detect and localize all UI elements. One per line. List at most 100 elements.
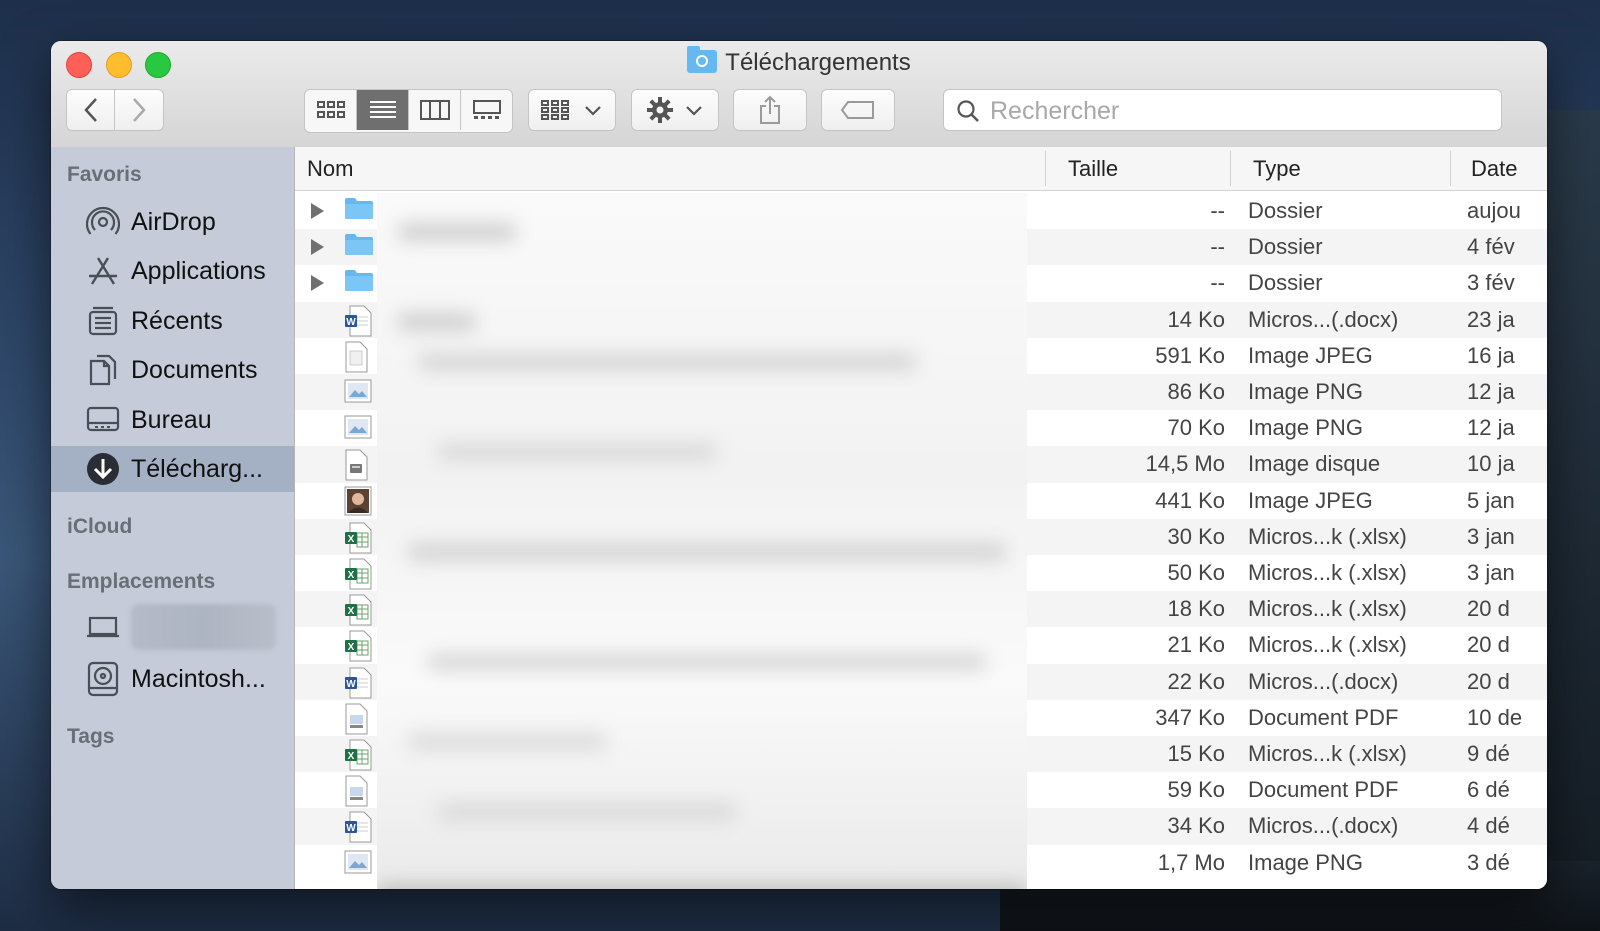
cell-date: 5 jan <box>1467 487 1515 513</box>
folder-icon <box>344 196 374 226</box>
excel-spreadsheet-icon: X <box>344 739 374 771</box>
cell-date: 3 dé <box>1467 849 1510 875</box>
excel-spreadsheet-icon: X <box>344 522 374 554</box>
cell-type: Image JPEG <box>1248 342 1373 368</box>
gallery-view-button[interactable] <box>461 90 512 130</box>
titlebar: Téléchargements <box>51 41 1547 148</box>
cell-size: 591 Ko <box>1155 342 1225 368</box>
sidebar-item-label: AirDrop <box>131 207 216 236</box>
laptop-icon <box>83 607 123 647</box>
cell-size: 14 Ko <box>1167 306 1226 332</box>
sidebar-item-computer[interactable] <box>51 604 294 650</box>
photo-thumbnail-icon <box>344 486 374 516</box>
cell-size: -- <box>1210 234 1225 260</box>
cell-type: Micros...k (.xlsx) <box>1248 523 1407 549</box>
chevron-left-icon <box>83 98 97 122</box>
svg-text:X: X <box>348 534 355 545</box>
computer-name-redacted <box>131 604 276 650</box>
icon-view-icon <box>316 101 345 118</box>
cell-size: 50 Ko <box>1167 560 1226 585</box>
pdf-document-icon <box>344 703 374 735</box>
cell-type: Micros...(.docx) <box>1248 306 1399 332</box>
png-image-icon <box>344 377 374 407</box>
sidebar-section-tags: Tags <box>67 725 115 748</box>
column-view-button[interactable] <box>409 90 461 130</box>
search-input[interactable] <box>988 90 1492 132</box>
sidebar-item-applications[interactable]: Applications <box>51 248 294 294</box>
tag-button[interactable] <box>821 89 895 131</box>
cell-type: Image PNG <box>1248 415 1363 441</box>
column-header-type[interactable]: Type <box>1253 147 1301 190</box>
group-by-button[interactable] <box>528 89 616 131</box>
cell-size: -- <box>1210 270 1225 296</box>
column-header-name[interactable]: Nom <box>307 147 353 190</box>
forward-button[interactable] <box>115 89 164 131</box>
cell-date: 12 ja <box>1467 415 1515 441</box>
back-button[interactable] <box>66 89 115 131</box>
sidebar-item-bureau[interactable]: Bureau <box>51 397 294 443</box>
sidebar-item-macintosh[interactable]: Macintosh... <box>51 656 294 702</box>
cell-date: 12 ja <box>1467 379 1515 404</box>
cell-type: Micros...k (.xlsx) <box>1248 596 1407 622</box>
svg-text:X: X <box>348 642 355 653</box>
cell-type: Dossier <box>1248 270 1323 296</box>
cell-date: 20 d <box>1467 632 1510 658</box>
applications-icon <box>83 251 123 291</box>
excel-spreadsheet-icon: X <box>344 594 374 626</box>
search-field[interactable] <box>943 89 1502 132</box>
cell-size: 14,5 Mo <box>1145 451 1226 477</box>
sidebar-item-telechargements[interactable]: Télécharg... <box>51 446 294 492</box>
cell-size: 70 Ko <box>1167 415 1226 441</box>
disclosure-triangle-icon[interactable] <box>311 239 324 256</box>
cell-date: 3 fév <box>1467 270 1515 296</box>
disclosure-triangle-icon[interactable] <box>311 203 324 219</box>
cell-type: Micros...k (.xlsx) <box>1248 741 1407 766</box>
sidebar-section-favoris: Favoris <box>67 163 142 186</box>
png-image-icon <box>344 413 374 443</box>
cell-date: 3 jan <box>1467 560 1515 585</box>
list-view-icon <box>369 101 396 118</box>
cell-type: Image disque <box>1248 451 1381 477</box>
chevron-down-icon <box>686 106 702 116</box>
word-document-icon: W <box>344 305 374 337</box>
column-divider[interactable] <box>1450 151 1451 186</box>
downloads-folder-icon <box>687 46 718 73</box>
action-menu-button[interactable] <box>631 89 719 131</box>
cell-size: 30 Ko <box>1167 523 1226 549</box>
cell-date: 9 dé <box>1467 741 1510 766</box>
folder-icon <box>344 268 374 298</box>
column-header-size[interactable]: Taille <box>1068 147 1118 190</box>
airdrop-icon <box>83 202 123 242</box>
tag-icon <box>840 101 874 119</box>
cell-size: 15 Ko <box>1167 741 1226 766</box>
window-title-text: Téléchargements <box>725 49 911 76</box>
cell-date: aujou <box>1467 198 1521 223</box>
column-header-date[interactable]: Date <box>1471 147 1517 190</box>
share-button[interactable] <box>733 89 807 131</box>
list-view-button[interactable] <box>357 90 409 130</box>
downloads-icon <box>83 449 123 489</box>
cell-date: 10 de <box>1467 704 1523 730</box>
svg-text:W: W <box>346 679 356 690</box>
disclosure-triangle-icon[interactable] <box>311 275 324 292</box>
column-divider[interactable] <box>1230 151 1231 186</box>
group-by-icon <box>541 100 569 120</box>
sidebar-item-recents[interactable]: Récents <box>51 298 294 344</box>
column-divider[interactable] <box>1045 151 1046 186</box>
window-title: Téléchargements <box>51 46 1547 79</box>
icon-view-button[interactable] <box>305 90 357 130</box>
sidebar-item-airdrop[interactable]: AirDrop <box>51 199 294 245</box>
cell-size: 59 Ko <box>1167 777 1226 803</box>
cell-type: Dossier <box>1248 198 1323 223</box>
cell-date: 20 d <box>1467 596 1510 622</box>
cell-date: 16 ja <box>1467 342 1515 368</box>
sidebar-item-label: Bureau <box>131 405 212 434</box>
gear-icon <box>647 97 673 123</box>
cell-size: 34 Ko <box>1167 813 1226 839</box>
folder-icon <box>344 232 374 262</box>
cell-type: Dossier <box>1248 234 1323 260</box>
svg-text:W: W <box>346 823 356 834</box>
sidebar-item-documents[interactable]: Documents <box>51 347 294 393</box>
cell-size: -- <box>1210 198 1225 223</box>
cell-type: Document PDF <box>1248 704 1399 730</box>
